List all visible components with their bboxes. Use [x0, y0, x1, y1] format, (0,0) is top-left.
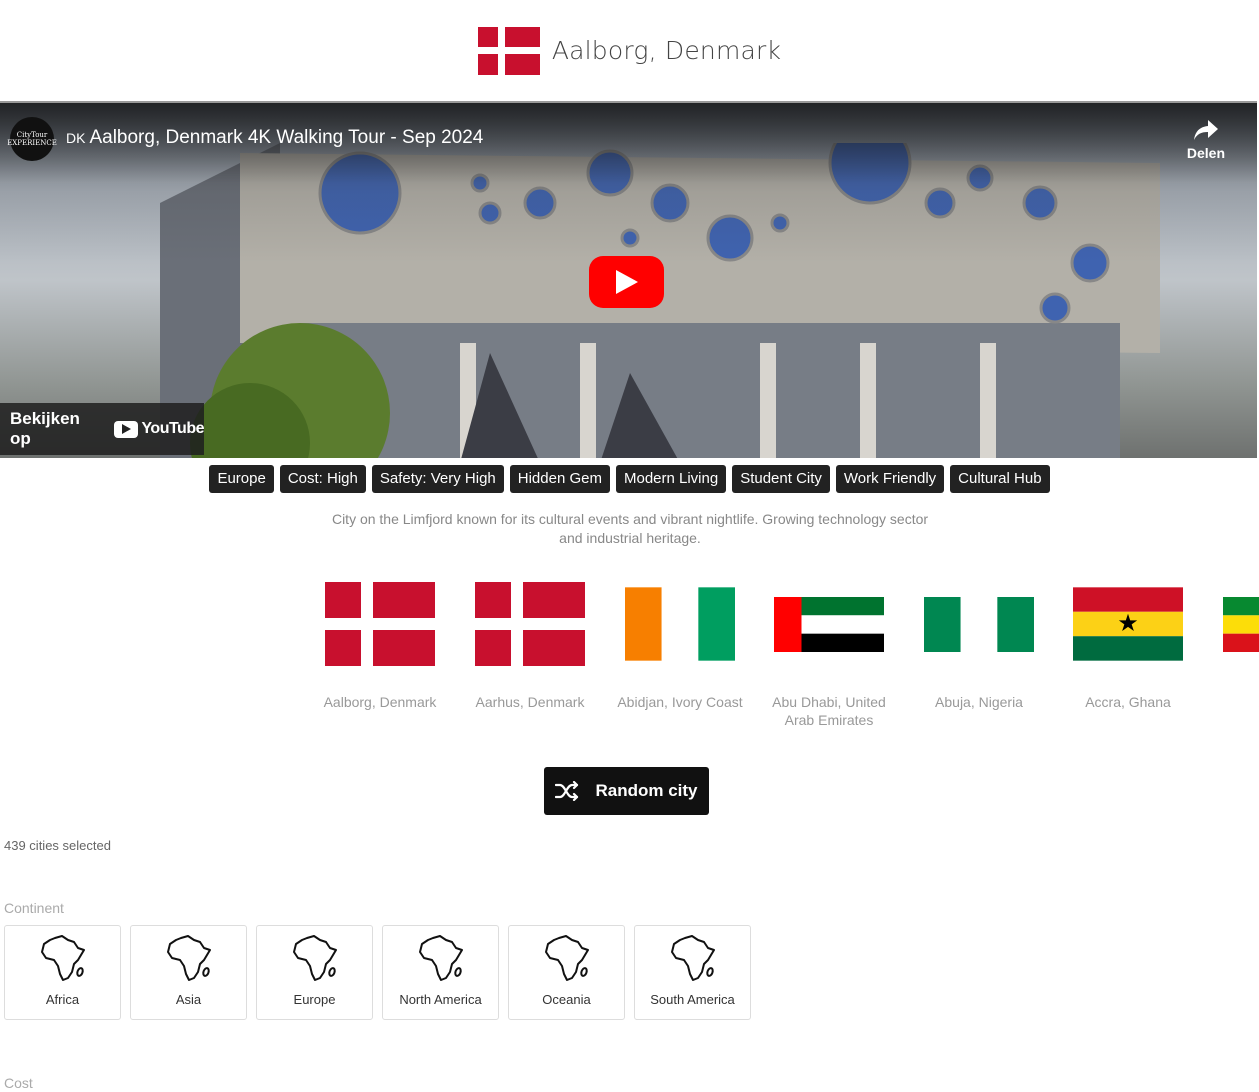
- continent-option-africa[interactable]: Africa: [4, 925, 121, 1020]
- play-icon: [615, 270, 638, 294]
- share-button[interactable]: Delen: [1187, 119, 1225, 161]
- continent-option-oceania[interactable]: Oceania: [508, 925, 625, 1020]
- africa-map-icon: [166, 935, 211, 981]
- city-card-addis-ababa[interactable]: Add E: [1208, 580, 1259, 711]
- country-code: DK: [66, 130, 86, 146]
- continent-label: Europe: [293, 992, 336, 1007]
- tag-modern-living: Modern Living: [615, 465, 727, 493]
- city-name: Abidjan, Ivory Coast: [617, 694, 743, 710]
- city-name: Abu Dhabi, United Arab Emirates: [772, 694, 886, 728]
- continent-option-asia[interactable]: Asia: [130, 925, 247, 1020]
- random-city-label: Random city: [595, 781, 698, 800]
- tag-safety: Safety: Very High: [371, 465, 504, 493]
- africa-map-icon: [544, 935, 589, 981]
- page-title: Aalborg, Denmark: [551, 36, 782, 65]
- city-carousel[interactable]: Aalborg, Denmark Aarhus, Denmark Abidjan…: [310, 580, 1259, 740]
- africa-map-icon: [40, 935, 85, 981]
- cities-selected-count: 439 cities selected: [4, 838, 111, 853]
- video-title-text: Aalborg, Denmark 4K Walking Tour - Sep 2…: [89, 127, 484, 148]
- city-name: Aalborg, Denmark: [323, 694, 437, 710]
- continent-label: Asia: [175, 992, 202, 1007]
- ghana-flag-icon: [1073, 587, 1183, 661]
- tag-student-city: Student City: [732, 465, 830, 493]
- ethiopia-flag-icon: [1223, 596, 1259, 652]
- denmark-flag-icon: [475, 582, 585, 666]
- video-title[interactable]: DK Aalborg, Denmark 4K Walking Tour - Sep…: [66, 127, 483, 149]
- city-card-abu-dhabi[interactable]: Abu Dhabi, United Arab Emirates: [759, 580, 899, 729]
- watch-on-label: Bekijken op: [10, 409, 80, 448]
- tag-cultural-hub: Cultural Hub: [950, 465, 1050, 493]
- play-button[interactable]: [589, 256, 664, 308]
- continent-label: South America: [650, 992, 735, 1007]
- tag-cost: Cost: High: [279, 465, 366, 493]
- tag-hidden-gem: Hidden Gem: [509, 465, 610, 493]
- city-name: Abuja, Nigeria: [935, 694, 1023, 710]
- share-label: Delen: [1186, 145, 1225, 161]
- denmark-flag-icon: [477, 26, 540, 75]
- random-city-button[interactable]: Random city: [544, 767, 709, 815]
- watch-on-youtube-button[interactable]: Bekijken op YouTube: [0, 403, 204, 455]
- nigeria-flag-icon: [924, 596, 1034, 652]
- city-card-accra[interactable]: Accra, Ghana: [1058, 580, 1198, 711]
- page-header: Aalborg, Denmark: [0, 0, 1259, 101]
- tag-work-friendly: Work Friendly: [835, 465, 945, 493]
- cost-filter-label: Cost: [4, 1075, 33, 1091]
- city-card-abuja[interactable]: Abuja, Nigeria: [909, 580, 1049, 711]
- tag-continent: Europe: [209, 465, 274, 493]
- ivory-coast-flag-icon: [625, 587, 735, 661]
- denmark-flag-icon: [325, 582, 435, 666]
- city-card-aalborg[interactable]: Aalborg, Denmark: [310, 580, 450, 711]
- continent-label: Oceania: [542, 992, 591, 1007]
- city-card-abidjan[interactable]: Abidjan, Ivory Coast: [610, 580, 750, 711]
- share-icon: [1193, 120, 1218, 140]
- continent-option-europe[interactable]: Europe: [256, 925, 373, 1020]
- city-name: Add E: [1208, 693, 1259, 711]
- city-tags: Europe Cost: High Safety: Very High Hidd…: [0, 465, 1259, 493]
- continent-label: North America: [399, 992, 482, 1007]
- city-name: Aarhus, Denmark: [475, 694, 585, 710]
- shuffle-icon: [555, 781, 579, 801]
- africa-map-icon: [292, 935, 337, 981]
- youtube-logo-icon: YouTube: [114, 420, 204, 438]
- continent-label: Africa: [45, 992, 80, 1007]
- channel-logo[interactable]: CityTour EXPERIENCE: [7, 117, 57, 161]
- africa-map-icon: [418, 935, 463, 981]
- africa-map-icon: [670, 935, 715, 981]
- city-name: Accra, Ghana: [1085, 694, 1171, 710]
- continent-filter-label: Continent: [4, 900, 64, 916]
- uae-flag-icon: [774, 596, 884, 652]
- youtube-logo-text: YouTube: [141, 420, 204, 437]
- continent-option-south-america[interactable]: South America: [634, 925, 751, 1020]
- continent-filter: Africa Asia Europe North America Oceania…: [4, 925, 751, 1020]
- continent-option-north-america[interactable]: North America: [382, 925, 499, 1020]
- video-player[interactable]: CityTour EXPERIENCE DK Aalborg, Denmark 4…: [0, 101, 1257, 458]
- city-description: City on the Limfjord known for its cultu…: [331, 511, 929, 546]
- city-card-aarhus[interactable]: Aarhus, Denmark: [460, 580, 600, 711]
